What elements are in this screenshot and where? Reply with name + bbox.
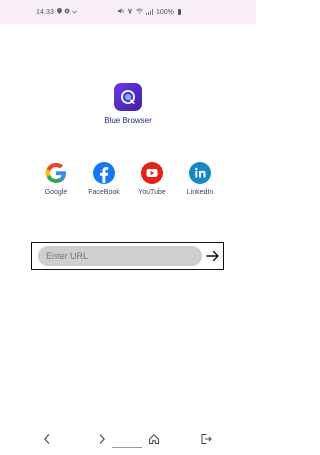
url-bar	[31, 242, 224, 270]
facebook-icon	[92, 161, 116, 185]
volte-icon	[127, 8, 133, 16]
shortcut-label: Google	[44, 189, 68, 196]
forward-icon[interactable]	[95, 431, 109, 447]
shortcut-google[interactable]: Google	[31, 161, 81, 196]
mute-icon	[118, 8, 125, 16]
nav-divider	[112, 447, 142, 448]
home-icon[interactable]	[147, 431, 161, 447]
signal-icon	[146, 9, 153, 15]
arrow-right-icon[interactable]	[206, 248, 220, 264]
youtube-icon	[140, 161, 164, 185]
status-bar: 14:33 100%	[0, 0, 256, 24]
settings-icon	[64, 8, 70, 16]
status-left-icons	[57, 8, 77, 16]
app-name: Blue Browser	[104, 116, 152, 125]
exit-icon[interactable]	[199, 431, 213, 447]
google-icon	[44, 161, 68, 185]
shortcut-label: LinkedIn	[186, 189, 214, 196]
wifi-icon	[136, 8, 143, 16]
shortcut-facebook[interactable]: FaceBook	[79, 161, 129, 196]
dropdown-icon	[72, 9, 77, 16]
linkedin-icon	[188, 161, 212, 185]
battery-icon	[177, 9, 181, 15]
shortcut-label: YouTube	[138, 189, 166, 196]
url-input[interactable]	[38, 246, 202, 266]
status-time: 14:33	[36, 9, 55, 16]
status-right: 100%	[118, 8, 181, 16]
shortcut-youtube[interactable]: YouTube	[127, 161, 177, 196]
battery-text: 100%	[156, 8, 174, 16]
blue-browser-logo-icon	[114, 83, 142, 111]
shortcut-label: FaceBook	[88, 189, 120, 196]
back-icon[interactable]	[40, 431, 54, 447]
location-icon	[57, 8, 62, 16]
shortcut-linkedin[interactable]: LinkedIn	[175, 161, 225, 196]
bottom-nav	[0, 425, 256, 455]
